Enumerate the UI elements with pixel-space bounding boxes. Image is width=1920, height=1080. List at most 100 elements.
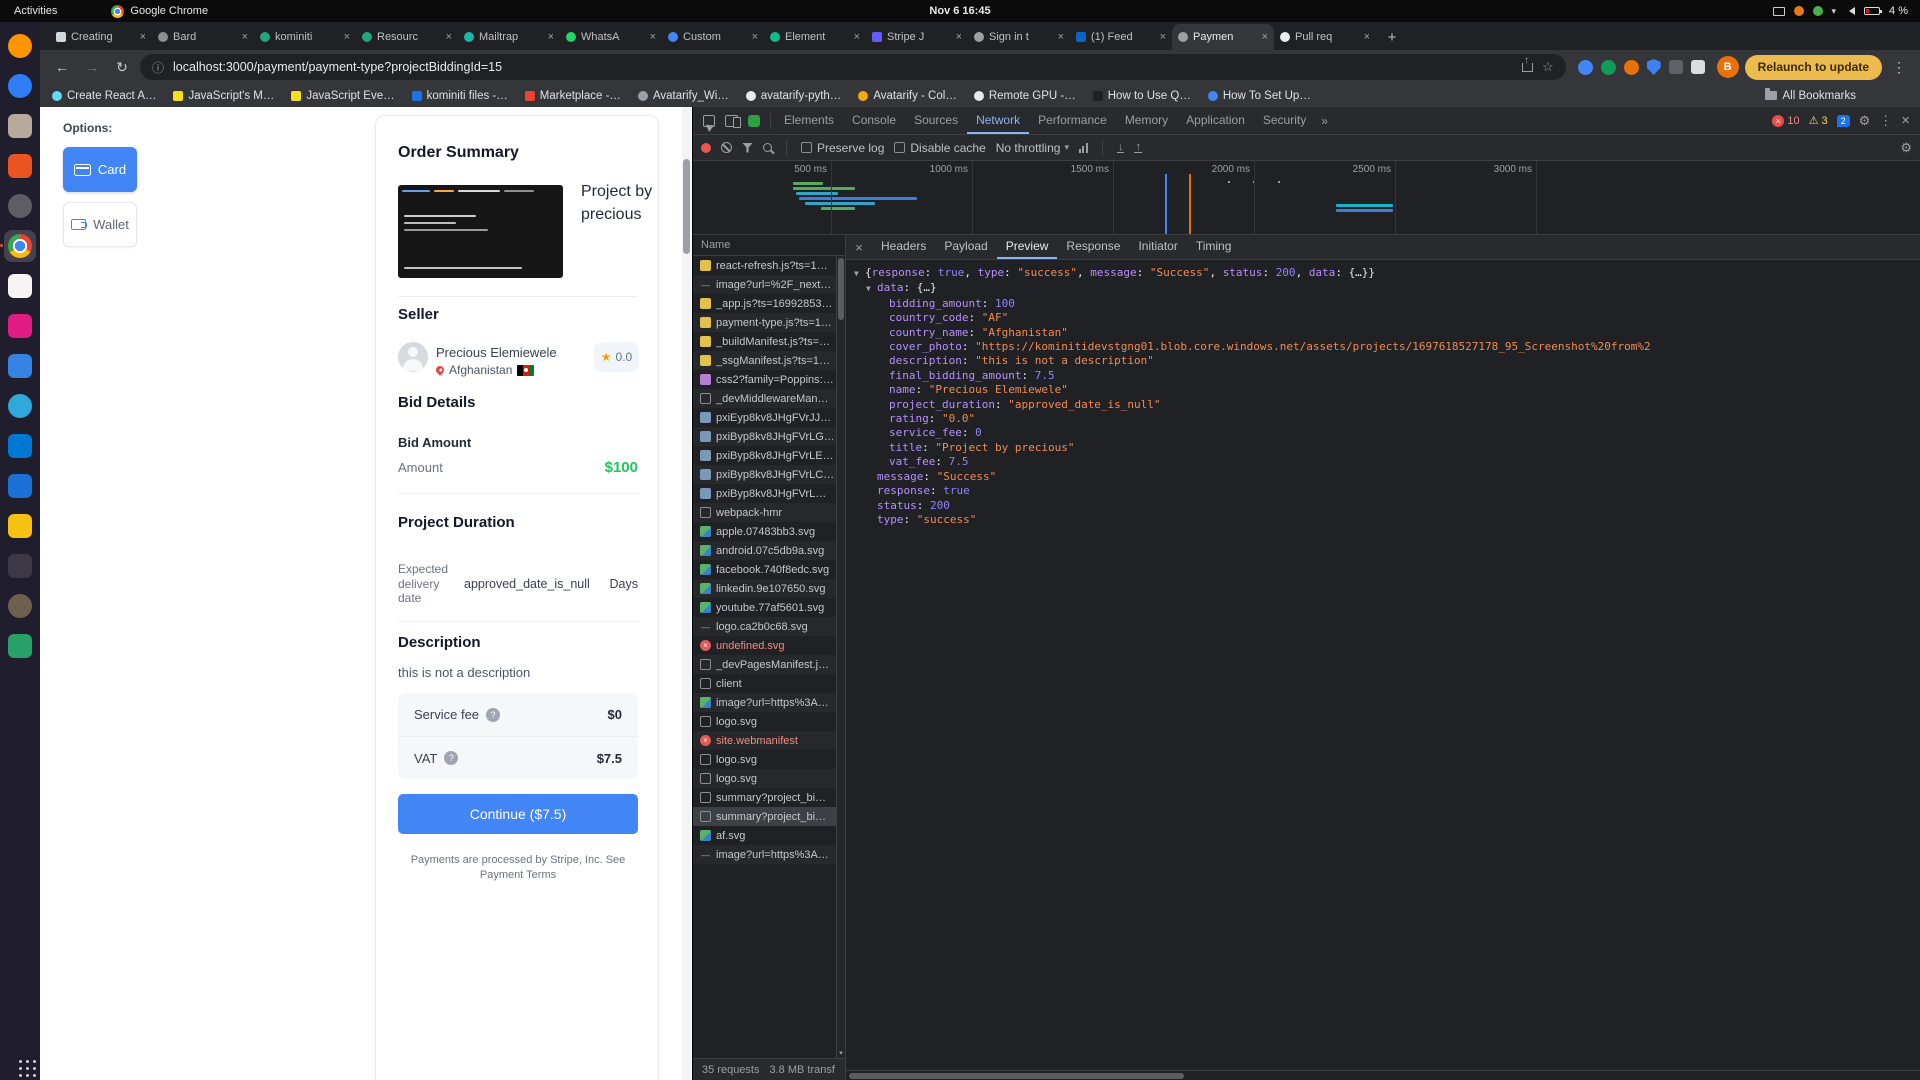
dock-item-notes[interactable] (4, 510, 36, 542)
dock-item-monitor-app[interactable] (4, 350, 36, 382)
bookmark-item[interactable]: Avatarify_Wi… (638, 90, 729, 102)
dock-item-text-editor[interactable] (4, 270, 36, 302)
filter-icon[interactable] (742, 143, 753, 153)
tab-close-icon[interactable]: × (752, 31, 758, 43)
browser-tab[interactable]: Resourc× (356, 24, 458, 50)
bookmark-item[interactable]: Marketplace -… (525, 90, 621, 102)
network-request-row[interactable]: css2?family=Poppins:… (693, 370, 845, 389)
tab-close-icon[interactable]: × (1262, 31, 1268, 43)
network-request-row[interactable]: linkedin.9e107650.svg (693, 579, 845, 598)
dock-item-chrome[interactable] (4, 230, 36, 262)
dock-item-thunderbird[interactable] (4, 70, 36, 102)
dock-item-pink-app[interactable] (4, 310, 36, 342)
network-request-row[interactable]: _ssgManifest.js?ts=1… (693, 351, 845, 370)
extension-icon-dark[interactable] (1669, 60, 1683, 74)
details-tab-payload[interactable]: Payload (935, 235, 996, 259)
devtools-tab-network[interactable]: Network (967, 107, 1029, 134)
forward-button[interactable]: → (80, 55, 104, 79)
relaunch-to-update-button[interactable]: Relaunch to update (1745, 55, 1882, 80)
console-errors-badge[interactable]: × 10 (1772, 115, 1799, 127)
bookmark-item[interactable]: How to Use Q… (1093, 90, 1191, 102)
network-request-row[interactable]: pxiByp8kv8JHgFVrL… (693, 484, 845, 503)
network-overview-timeline[interactable]: 500 ms1000 ms1500 ms2000 ms2500 ms3000 m… (693, 161, 1920, 235)
tab-close-icon[interactable]: × (1364, 31, 1370, 43)
more-tabs-icon[interactable]: » (1315, 114, 1334, 128)
bookmark-item[interactable]: kominiti files -… (412, 90, 508, 102)
browser-tab[interactable]: Mailtrap× (458, 24, 560, 50)
clear-network-log-icon[interactable] (721, 142, 732, 153)
network-request-row[interactable]: —logo.ca2b0c68.svg (693, 617, 845, 636)
browser-tab[interactable]: Element× (764, 24, 866, 50)
new-tab-button[interactable]: + (1380, 25, 1404, 49)
browser-tab[interactable]: Custom× (662, 24, 764, 50)
browser-tab[interactable]: kominiti× (254, 24, 356, 50)
network-request-row[interactable]: payment-type.js?ts=1… (693, 313, 845, 332)
browser-tab[interactable]: Bard× (152, 24, 254, 50)
browser-tab[interactable]: Paymen× (1172, 24, 1274, 50)
network-request-row[interactable]: logo.svg (693, 769, 845, 788)
tab-close-icon[interactable]: × (548, 31, 554, 43)
bookmark-item[interactable]: JavaScript Eve… (291, 90, 394, 102)
focused-app-indicator[interactable]: Google Chrome (111, 5, 208, 18)
extension-icon-blue[interactable] (1578, 60, 1593, 75)
scrollbar-thumb[interactable] (849, 1073, 1184, 1079)
network-request-row[interactable]: react-refresh.js?ts=1… (693, 256, 845, 275)
tab-close-icon[interactable]: × (344, 31, 350, 43)
back-button[interactable]: ← (50, 55, 74, 79)
disable-cache-toggle[interactable]: Disable cache (894, 141, 985, 155)
dock-item-gimp[interactable] (4, 590, 36, 622)
requests-scrollbar[interactable]: ▾ (836, 256, 845, 1058)
network-request-row[interactable]: summary?project_bi… (693, 807, 845, 826)
help-icon[interactable]: ? (486, 708, 500, 722)
reload-button[interactable]: ↻ (110, 55, 134, 79)
network-request-row[interactable]: _buildManifest.js?ts=… (693, 332, 845, 351)
extension-icon-light[interactable] (1691, 60, 1705, 74)
tab-close-icon[interactable]: × (140, 31, 146, 43)
browser-tab[interactable]: Pull req× (1274, 24, 1376, 50)
search-icon[interactable] (763, 143, 772, 152)
devtools-tab-security[interactable]: Security (1254, 107, 1315, 134)
issues-badge[interactable]: 2 (1837, 115, 1850, 127)
all-bookmarks-button[interactable]: All Bookmarks (1765, 90, 1909, 102)
details-tab-response[interactable]: Response (1057, 235, 1129, 259)
network-request-row[interactable]: logo.svg (693, 750, 845, 769)
bookmark-item[interactable]: avatarify-pyth… (746, 90, 842, 102)
network-request-row[interactable]: facebook.740f8edc.svg (693, 560, 845, 579)
tab-close-icon[interactable]: × (854, 31, 860, 43)
scrollbar-down-arrow[interactable]: ▾ (837, 1049, 845, 1057)
tab-close-icon[interactable]: × (1160, 31, 1166, 43)
tab-close-icon[interactable]: × (1058, 31, 1064, 43)
network-request-row[interactable]: —image?url=https%3A… (693, 845, 845, 864)
browser-tab[interactable]: Stripe J× (866, 24, 968, 50)
network-request-row[interactable]: image?url=https%3A… (693, 693, 845, 712)
browser-menu-icon[interactable]: ⋮ (1888, 59, 1910, 76)
throttling-select[interactable]: No throttling ▾ (996, 141, 1069, 155)
address-bar[interactable]: ⓘ localhost:3000/payment/payment-type?pr… (140, 54, 1566, 80)
network-conditions-icon[interactable] (1079, 143, 1088, 153)
bookmark-item[interactable]: JavaScript's M… (173, 90, 274, 102)
browser-tab[interactable]: Sign in t× (968, 24, 1070, 50)
network-request-row[interactable]: ×undefined.svg (693, 636, 845, 655)
bookmark-item[interactable]: Avatarify - Col… (858, 90, 957, 102)
bookmark-item[interactable]: Create React A… (52, 90, 156, 102)
expander-icon[interactable]: ▼ (854, 267, 865, 281)
bookmark-item[interactable]: How To Set Up… (1208, 90, 1311, 102)
help-icon[interactable]: ? (444, 751, 458, 765)
components-extension-icon[interactable] (748, 115, 760, 127)
details-tab-headers[interactable]: Headers (872, 235, 935, 259)
record-indicator-icon[interactable] (1794, 6, 1804, 16)
dock-item-firefox[interactable] (4, 30, 36, 62)
devtools-tab-memory[interactable]: Memory (1116, 107, 1177, 134)
card-payment-option-button[interactable]: Card (63, 147, 137, 192)
bookmark-star-icon[interactable]: ☆ (1542, 59, 1554, 75)
network-request-row[interactable]: pxiByp8kv8JHgFVrLC… (693, 465, 845, 484)
devtools-tab-console[interactable]: Console (843, 107, 905, 134)
device-toolbar-icon[interactable] (725, 115, 738, 127)
console-warnings-badge[interactable]: ⚠ 3 (1809, 114, 1828, 127)
network-request-row[interactable]: —image?url=%2F_next… (693, 275, 845, 294)
devtools-settings-icon[interactable]: ⚙ (1859, 113, 1871, 129)
browser-tab[interactable]: WhatsA× (560, 24, 662, 50)
devtools-menu-icon[interactable]: ⋮ (1879, 113, 1892, 129)
network-request-row[interactable]: apple.07483bb3.svg (693, 522, 845, 541)
devtools-tab-elements[interactable]: Elements (775, 107, 843, 134)
